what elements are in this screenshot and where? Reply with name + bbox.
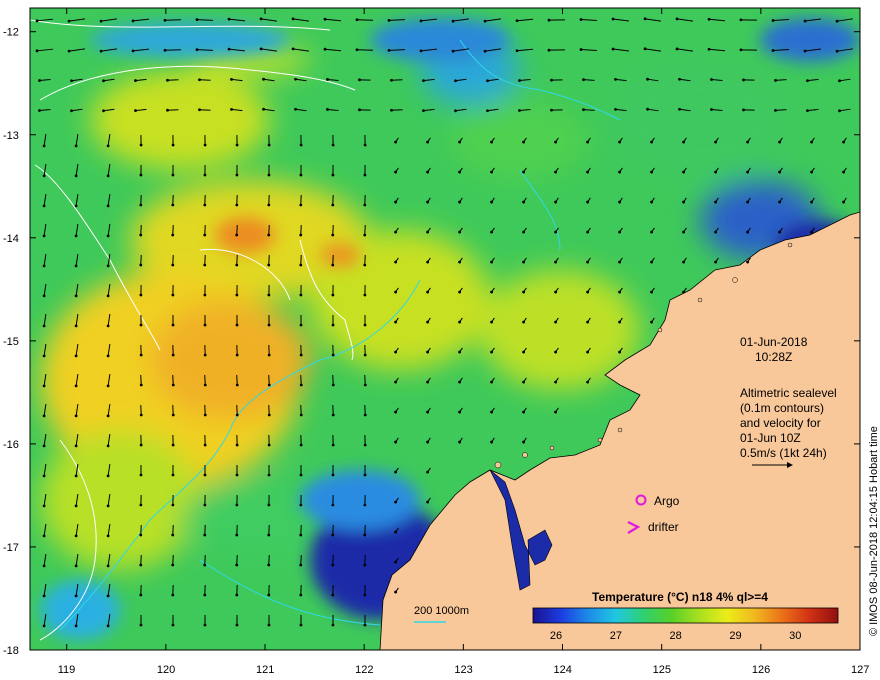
lon-label: 124 (554, 664, 572, 676)
longitude-labels: 119 120 121 122 123 124 125 126 127 (58, 664, 870, 676)
bathymetry-label: 200 1000m (414, 605, 469, 617)
lon-label: 121 (256, 664, 274, 676)
lat-label: -13 (3, 130, 19, 142)
map-date: 01-Jun-2018 (740, 335, 808, 349)
lon-label: 119 (58, 664, 76, 676)
colorbar (532, 607, 839, 624)
lat-label: -17 (3, 542, 19, 554)
altimetry-line-3: and velocity for (740, 416, 821, 430)
lon-label: 126 (752, 664, 770, 676)
altimetry-line-1: Altimetric sealevel (740, 386, 837, 400)
map-time: 10:28Z (755, 350, 792, 364)
colorbar-tick-label: 28 (670, 630, 682, 642)
drifter-label: drifter (648, 520, 679, 534)
sst-map-frame: -12 -13 -14 -15 -16 -17 -18 119 120 121 122 123 124… (3, 7, 880, 676)
lat-label: -16 (3, 439, 19, 451)
lon-label: 125 (653, 664, 671, 676)
altimetry-line-5: 0.5m/s (1kt 24h) (740, 446, 827, 460)
lat-label: -14 (3, 233, 19, 245)
lat-label: -15 (3, 336, 19, 348)
lon-label: 127 (851, 664, 869, 676)
argo-label: Argo (654, 494, 680, 508)
sst-field (30, 8, 860, 650)
lat-label: -18 (3, 645, 19, 657)
altimetry-line-4: 01-Jun 10Z (740, 431, 801, 445)
lon-label: 122 (355, 664, 373, 676)
credit-text: © IMOS 08-Jun-2018 12:04:15 Hobart time (868, 426, 880, 636)
latitude-labels: -12 -13 -14 -15 -16 -17 -18 (3, 27, 19, 657)
lon-label: 123 (454, 664, 472, 676)
altimetry-line-2: (0.1m contours) (740, 401, 824, 415)
colorbar-tick-label: 27 (610, 630, 622, 642)
colorbar-tick-label: 30 (789, 630, 801, 642)
colorbar-title: Temperature (°C) n18 4% ql>=4 (592, 590, 768, 604)
colorbar-tick-label: 29 (729, 630, 741, 642)
lon-label: 120 (157, 664, 175, 676)
colorbar-tick-label: 26 (550, 630, 562, 642)
lat-label: -12 (3, 27, 19, 39)
